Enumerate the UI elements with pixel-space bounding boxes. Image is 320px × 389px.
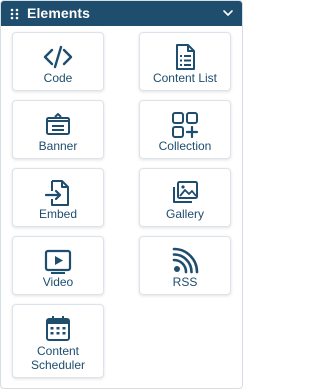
panel-header: Elements — [1, 1, 242, 26]
element-label: Banner — [38, 139, 78, 153]
element-tile-gallery[interactable]: Gallery — [139, 168, 231, 227]
video-icon — [42, 245, 74, 277]
element-label: Content List — [152, 71, 218, 85]
element-tile-video[interactable]: Video — [12, 236, 104, 295]
elements-panel: Elements Code Content List Banner Collec… — [0, 0, 243, 389]
element-tile-content-scheduler[interactable]: Content Scheduler — [12, 304, 104, 378]
code-icon — [42, 41, 74, 73]
element-label: Content Scheduler — [13, 344, 103, 372]
content-scheduler-icon — [42, 313, 74, 345]
element-tile-collection[interactable]: Collection — [139, 100, 231, 159]
content-list-icon — [169, 41, 201, 73]
element-label: Collection — [158, 139, 212, 153]
element-label: Embed — [38, 207, 78, 221]
embed-icon — [42, 177, 74, 209]
element-label-line2: Scheduler — [30, 358, 86, 372]
element-tile-embed[interactable]: Embed — [12, 168, 104, 227]
element-tile-banner[interactable]: Banner — [12, 100, 104, 159]
rss-icon — [169, 245, 201, 277]
drag-handle-icon[interactable] — [10, 8, 20, 20]
collection-icon — [169, 109, 201, 141]
element-tile-content-list[interactable]: Content List — [139, 32, 231, 91]
banner-icon — [42, 109, 74, 141]
element-label: Gallery — [165, 207, 204, 221]
panel-title: Elements — [27, 5, 91, 21]
element-tile-rss[interactable]: RSS — [139, 236, 231, 295]
element-label: Code — [43, 71, 73, 85]
element-label-line1: Content — [36, 344, 80, 358]
element-tile-code[interactable]: Code — [12, 32, 104, 91]
element-label: RSS — [172, 275, 198, 289]
element-label: Video — [42, 275, 74, 289]
gallery-icon — [169, 177, 201, 209]
chevron-down-icon[interactable] — [221, 6, 235, 20]
